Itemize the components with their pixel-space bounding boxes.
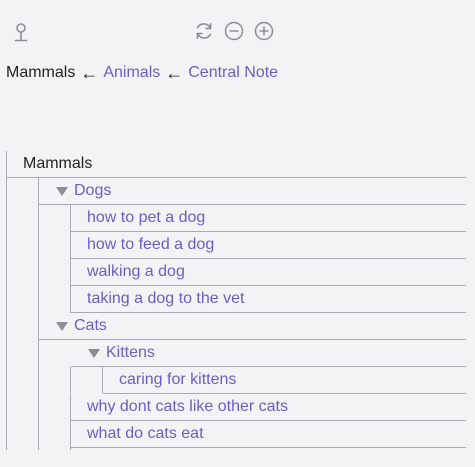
tree-leaf-label[interactable]: walking a dog <box>71 263 185 281</box>
tree-leaf-label[interactable]: how to pet a dog <box>71 209 205 227</box>
tree-node-label[interactable]: Kittens <box>106 344 155 362</box>
zoom-out-icon <box>223 20 245 42</box>
tree-node-kittens[interactable]: Kittens <box>71 340 466 367</box>
collapse-caret-icon[interactable] <box>56 186 68 196</box>
toolbar <box>193 20 275 42</box>
zoom-in-button[interactable] <box>253 20 275 42</box>
breadcrumb-link-animals[interactable]: Animals <box>103 64 160 82</box>
tree-leaf[interactable]: caring for kittens <box>103 367 466 394</box>
zoom-in-icon <box>253 20 275 42</box>
tree-leaf[interactable]: taking a dog to the vet <box>71 286 466 313</box>
breadcrumb-separator: ← <box>80 63 99 83</box>
tree-leaf[interactable]: walking a dog <box>71 259 466 286</box>
note-tree: Mammals Dogs how to pet a dog how to fee… <box>6 151 466 450</box>
refresh-icon <box>193 20 215 42</box>
tree-leaf[interactable]: how to pet a dog <box>71 205 466 232</box>
tree-leaf-label[interactable]: why dont cats like other cats <box>71 398 288 416</box>
tree-root-label: Mammals <box>23 155 93 172</box>
breadcrumb-separator: ← <box>165 63 184 83</box>
collapse-caret-icon[interactable] <box>88 348 100 358</box>
pin-icon[interactable] <box>12 22 30 44</box>
tree-node-label[interactable]: Cats <box>74 317 107 335</box>
tree-leaf[interactable]: why dont cats like other cats <box>71 394 466 421</box>
tree-leaf-label[interactable]: what do cats eat <box>71 425 204 443</box>
tree-leaf-label[interactable]: caring for kittens <box>103 371 236 389</box>
tree-node-label[interactable]: Dogs <box>74 182 111 200</box>
collapse-caret-icon[interactable] <box>56 321 68 331</box>
zoom-out-button[interactable] <box>223 20 245 42</box>
breadcrumb-current: Mammals <box>6 64 76 81</box>
tree-leaf[interactable]: how to feed a dog <box>71 232 466 259</box>
breadcrumb: Mammals ← Animals ← Central Note <box>6 64 278 82</box>
tree-leaf-label[interactable]: how to feed a dog <box>71 236 214 254</box>
tree-leaf[interactable]: what do cats eat <box>71 421 466 448</box>
tree-root-node: Mammals <box>7 151 466 178</box>
refresh-button[interactable] <box>193 20 215 42</box>
tree-node-dogs[interactable]: Dogs <box>39 178 466 205</box>
breadcrumb-link-central-note[interactable]: Central Note <box>188 64 278 82</box>
tree-guide-line <box>70 367 71 393</box>
tree-leaf-label[interactable]: taking a dog to the vet <box>71 290 244 308</box>
tree-node-cats[interactable]: Cats <box>39 313 466 340</box>
